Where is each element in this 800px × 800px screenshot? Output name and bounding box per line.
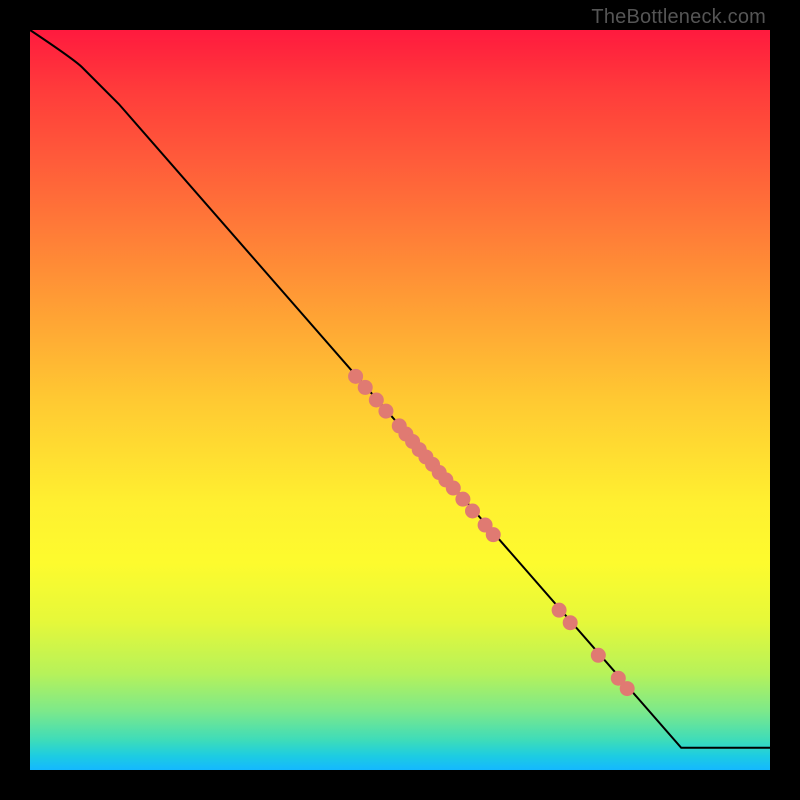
performance-curve: [30, 30, 770, 748]
data-point: [486, 527, 501, 542]
data-point: [455, 492, 470, 507]
data-point: [563, 615, 578, 630]
data-point: [358, 380, 373, 395]
data-point: [552, 603, 567, 618]
data-point: [465, 504, 480, 519]
data-point: [378, 404, 393, 419]
data-point: [620, 681, 635, 696]
watermark-label: TheBottleneck.com: [591, 6, 766, 29]
chart-overlay: [30, 30, 770, 770]
data-points-group: [348, 369, 635, 696]
data-point: [591, 648, 606, 663]
